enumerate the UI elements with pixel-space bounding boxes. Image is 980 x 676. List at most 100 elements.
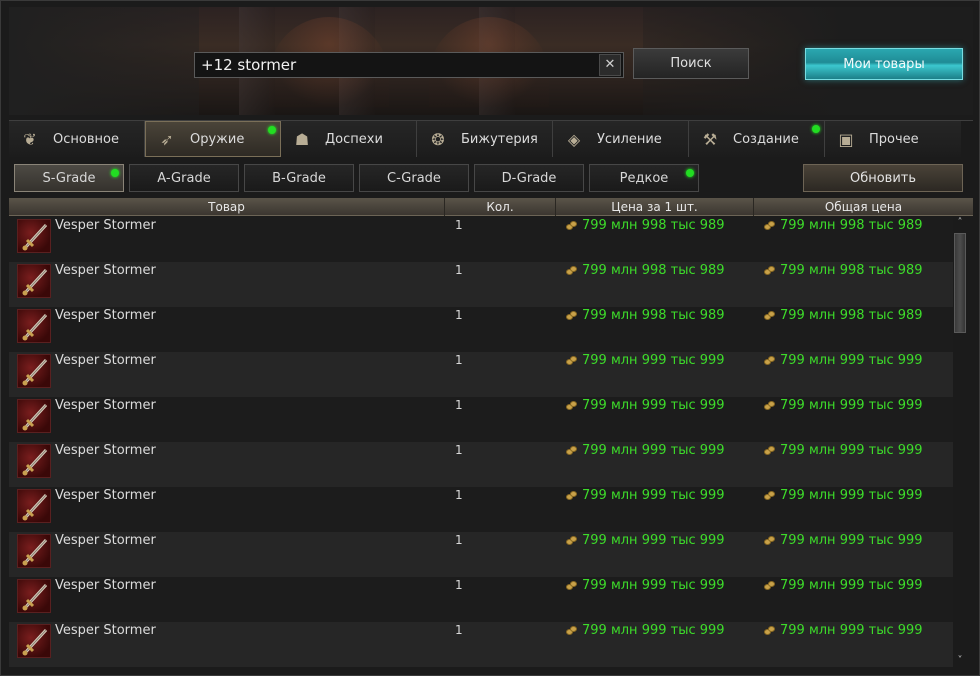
listings-table: Vesper Stormer 1 799 млн 998 тыс 989 799 мл…	[9, 217, 953, 667]
total-price: 799 млн 998 тыс 989	[764, 218, 923, 233]
table-row[interactable]: Vesper Stormer 1 799 млн 999 тыс 999 799 мл…	[9, 397, 953, 442]
tab-label: Прочее	[869, 131, 919, 147]
table-row[interactable]: Vesper Stormer 1 799 млн 999 тыс 999 799 мл…	[9, 487, 953, 532]
column-header-total-price[interactable]: Общая цена	[754, 198, 973, 216]
total-price-value: 799 млн 999 тыс 999	[780, 398, 923, 413]
tab-4[interactable]: ◈ Усиление	[553, 121, 689, 157]
item-name: Vesper Stormer	[55, 218, 156, 233]
adena-coin-icon	[764, 445, 776, 456]
adena-coin-icon	[764, 490, 776, 501]
total-price: 799 млн 999 тыс 999	[764, 578, 923, 593]
grade-filter-label: Редкое	[619, 170, 669, 186]
unit-price: 799 млн 999 тыс 999	[566, 443, 725, 458]
tab-label: Создание	[733, 131, 799, 147]
unit-price: 799 млн 998 тыс 989	[566, 263, 725, 278]
total-price-value: 799 млн 999 тыс 999	[780, 443, 923, 458]
sword-icon	[17, 534, 51, 568]
my-items-button[interactable]: Мои товары	[805, 48, 963, 80]
unit-price: 799 млн 999 тыс 999	[566, 488, 725, 503]
search-button[interactable]: Поиск	[633, 48, 749, 79]
sword-icon	[17, 489, 51, 523]
grade-filter-0[interactable]: S-Grade	[14, 164, 124, 192]
adena-coin-icon	[764, 535, 776, 546]
total-price: 799 млн 999 тыс 999	[764, 398, 923, 413]
adena-coin-icon	[764, 220, 776, 231]
adena-coin-icon	[566, 535, 578, 546]
item-name: Vesper Stormer	[55, 533, 156, 548]
adena-coin-icon	[566, 355, 578, 366]
unit-price-value: 799 млн 998 тыс 989	[582, 308, 725, 323]
clear-search-button[interactable]: ✕	[599, 54, 621, 76]
tab-6[interactable]: ▣ Прочее	[825, 121, 961, 157]
grade-filter-2[interactable]: B-Grade	[244, 164, 354, 192]
scroll-down-icon[interactable]: ˅	[953, 655, 967, 667]
adena-coin-icon	[566, 265, 578, 276]
total-price-value: 799 млн 998 тыс 989	[780, 263, 923, 278]
tab-2[interactable]: ☗ Доспехи	[281, 121, 417, 157]
sword-icon	[17, 219, 51, 253]
table-row[interactable]: Vesper Stormer 1 799 млн 999 тыс 999 799 мл…	[9, 442, 953, 487]
column-header-quantity[interactable]: Кол.	[445, 198, 556, 216]
column-header-unit-price[interactable]: Цена за 1 шт.	[556, 198, 754, 216]
table-row[interactable]: Vesper Stormer 1 799 млн 999 тыс 999 799 мл…	[9, 532, 953, 577]
crystal-icon: ◈	[567, 129, 581, 149]
table-row[interactable]: Vesper Stormer 1 799 млн 999 тыс 999 799 мл…	[9, 622, 953, 667]
total-price: 799 млн 999 тыс 999	[764, 623, 923, 638]
total-price: 799 млн 999 тыс 999	[764, 443, 923, 458]
grade-filter-1[interactable]: A-Grade	[129, 164, 239, 192]
item-quantity: 1	[455, 533, 463, 547]
total-price-value: 799 млн 999 тыс 999	[780, 488, 923, 503]
item-quantity: 1	[455, 578, 463, 592]
table-row[interactable]: Vesper Stormer 1 799 млн 999 тыс 999 799 мл…	[9, 577, 953, 622]
item-quantity: 1	[455, 353, 463, 367]
item-name: Vesper Stormer	[55, 578, 156, 593]
adena-coin-icon	[566, 490, 578, 501]
scrollbar[interactable]: ˄ ˅	[953, 217, 967, 667]
unit-price-value: 799 млн 999 тыс 999	[582, 398, 725, 413]
tab-5[interactable]: ⚒ Создание	[689, 121, 825, 157]
table-row[interactable]: Vesper Stormer 1 799 млн 998 тыс 989 799 мл…	[9, 217, 953, 262]
tab-label: Бижутерия	[461, 131, 538, 147]
sword-icon	[17, 444, 51, 478]
adena-coin-icon	[764, 310, 776, 321]
item-quantity: 1	[455, 443, 463, 457]
search-input[interactable]	[195, 53, 599, 77]
unit-price-value: 799 млн 998 тыс 989	[582, 218, 725, 233]
grade-filter-5[interactable]: Редкое	[589, 164, 699, 192]
unit-price: 799 млн 998 тыс 989	[566, 308, 725, 323]
sword-icon	[17, 624, 51, 658]
coins-icon: ❦	[23, 129, 37, 149]
tab-1[interactable]: ➶ Оружие	[145, 121, 281, 157]
sword-icon	[17, 309, 51, 343]
refresh-button[interactable]: Обновить	[803, 164, 963, 192]
table-row[interactable]: Vesper Stormer 1 799 млн 998 тыс 989 799 мл…	[9, 307, 953, 352]
tab-label: Доспехи	[325, 131, 383, 147]
tab-label: Усиление	[597, 131, 662, 147]
close-icon: ✕	[604, 57, 616, 72]
sword-icon	[17, 354, 51, 388]
total-price: 799 млн 998 тыс 989	[764, 263, 923, 278]
unit-price-value: 799 млн 999 тыс 999	[582, 443, 725, 458]
adena-coin-icon	[566, 445, 578, 456]
total-price-value: 799 млн 998 тыс 989	[780, 308, 923, 323]
tab-0[interactable]: ❦ Основное	[9, 121, 145, 157]
scroll-thumb[interactable]	[954, 233, 966, 333]
table-row[interactable]: Vesper Stormer 1 799 млн 999 тыс 999 799 мл…	[9, 352, 953, 397]
item-quantity: 1	[455, 263, 463, 277]
new-indicator-dot	[686, 169, 694, 177]
unit-price: 799 млн 999 тыс 999	[566, 398, 725, 413]
tab-3[interactable]: ❂ Бижутерия	[417, 121, 553, 157]
grade-filter-label: B-Grade	[272, 170, 326, 186]
sword-icon	[17, 399, 51, 433]
sword-icon	[17, 579, 51, 613]
tab-label: Оружие	[190, 131, 245, 147]
grade-filter-3[interactable]: C-Grade	[359, 164, 469, 192]
adena-coin-icon	[566, 220, 578, 231]
item-name: Vesper Stormer	[55, 443, 156, 458]
auction-window: ✕ Поиск Мои товары ❦ Основное ➶ Оружие ☗ Досп…	[0, 0, 980, 676]
search-box: ✕	[194, 52, 624, 78]
grade-filter-4[interactable]: D-Grade	[474, 164, 584, 192]
table-row[interactable]: Vesper Stormer 1 799 млн 998 тыс 989 799 мл…	[9, 262, 953, 307]
column-header-item[interactable]: Товар	[9, 198, 445, 216]
scroll-up-icon[interactable]: ˄	[953, 217, 967, 229]
